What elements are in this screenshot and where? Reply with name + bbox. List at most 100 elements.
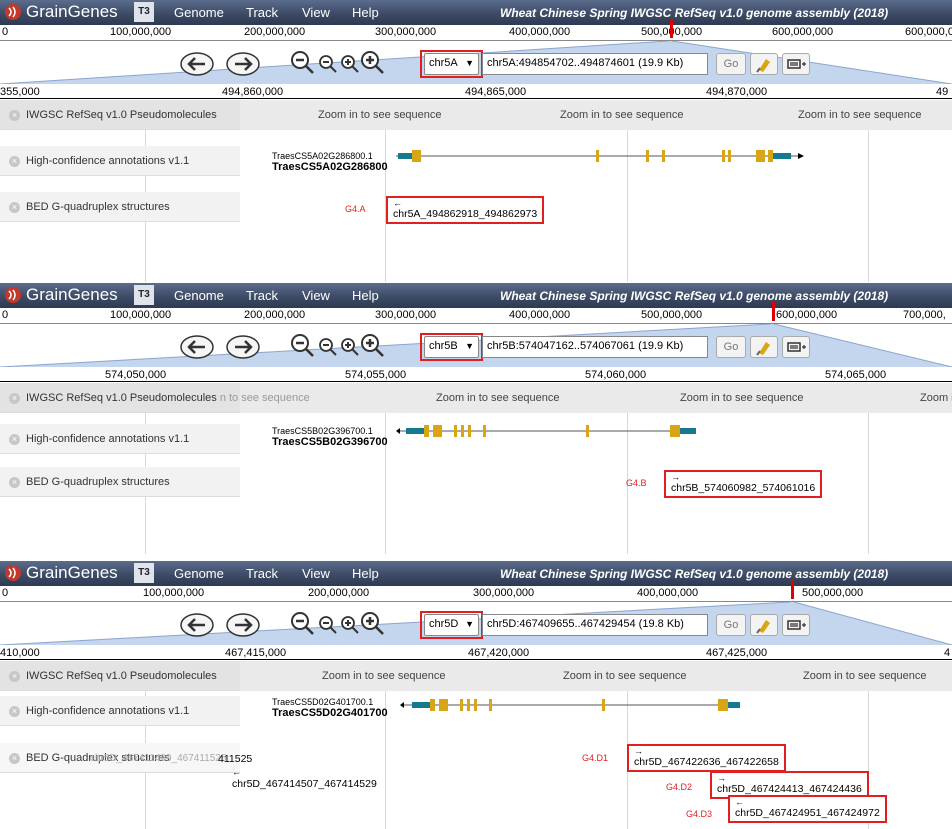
close-icon[interactable]: ×: [9, 202, 20, 213]
zoom-out-small-icon[interactable]: [318, 615, 338, 635]
strand-arrow-icon: ←: [393, 198, 402, 208]
close-icon[interactable]: ×: [9, 706, 20, 717]
zoom-out-small-icon[interactable]: [318, 337, 338, 357]
overview-tick: 100,000,000: [143, 587, 205, 599]
pan-left-icon[interactable]: [180, 335, 214, 359]
track-label-annotations[interactable]: × High-confidence annotations v1.1: [0, 424, 240, 454]
scale-tick: 467,415,000: [225, 647, 287, 659]
gene-name-label: TraesCS5B02G396700: [272, 436, 388, 448]
menu-track[interactable]: Track: [246, 288, 278, 303]
g4-feature-box[interactable]: → chr5B_574060982_574061016: [664, 470, 823, 498]
overview-tick: 200,000,000: [308, 587, 370, 599]
gene-model[interactable]: [400, 697, 750, 713]
zoom-out-large-icon[interactable]: [290, 611, 316, 637]
pan-right-icon[interactable]: [226, 613, 260, 637]
close-icon[interactable]: ×: [9, 671, 20, 682]
location-input[interactable]: chr5D:467409655..467429454 (19.8 Kb): [482, 614, 708, 636]
overview-tick: 400,000,000: [509, 26, 571, 38]
highlight-tool-button[interactable]: [750, 53, 778, 75]
menu-track[interactable]: Track: [246, 5, 278, 20]
brand-name[interactable]: GrainGenes: [26, 285, 118, 305]
menu-genome[interactable]: Genome: [174, 288, 224, 303]
zoom-out-large-icon[interactable]: [290, 50, 316, 76]
highlight-tool-button[interactable]: [750, 614, 778, 636]
zoom-in-small-icon[interactable]: [340, 54, 360, 74]
menu-genome[interactable]: Genome: [174, 566, 224, 581]
current-region-marker[interactable]: [791, 580, 794, 599]
close-icon[interactable]: ×: [9, 156, 20, 167]
menu-genome[interactable]: Genome: [174, 5, 224, 20]
g4-feature-box[interactable]: ← chr5D_467424951_467424972: [728, 795, 887, 823]
brand-name[interactable]: GrainGenes: [26, 2, 118, 22]
feature-label-tail: 411525: [218, 753, 253, 765]
track-label-pseudomolecules[interactable]: × IWGSC RefSeq v1.0 Pseudomolecules n to…: [0, 383, 310, 413]
close-icon[interactable]: ×: [9, 393, 20, 404]
location-input[interactable]: chr5B:574047162..574067061 (19.9 Kb): [482, 336, 708, 358]
highlight-tool-button[interactable]: [750, 336, 778, 358]
highlight-box: [420, 611, 483, 639]
track-label-annotations[interactable]: × High-confidence annotations v1.1: [0, 146, 240, 176]
gene-model[interactable]: [396, 423, 706, 439]
pan-right-icon[interactable]: [226, 335, 260, 359]
menu-view[interactable]: View: [302, 288, 330, 303]
gene-model[interactable]: [396, 148, 806, 164]
feature-label[interactable]: chr5D_467414507_467414529: [232, 778, 377, 790]
pan-left-icon[interactable]: [180, 52, 214, 76]
menu-view[interactable]: View: [302, 5, 330, 20]
g4-feature-box[interactable]: → chr5D_467422636_467422658: [627, 744, 786, 772]
gene-transcript-label: TraesCS5A02G286800.1: [272, 151, 373, 161]
current-region-marker[interactable]: [772, 302, 775, 321]
overview-ruler[interactable]: 0 100,000,000 200,000,000 300,000,000 40…: [0, 302, 952, 324]
track-panel-button[interactable]: [782, 614, 810, 636]
coordinate-scale: 410,000 467,415,000 467,420,000 467,425,…: [0, 645, 952, 660]
scale-tick: 49: [936, 86, 949, 98]
overview-ruler[interactable]: 0 100,000,000 200,000,000 300,000,000 40…: [0, 19, 952, 41]
go-button[interactable]: Go: [716, 336, 746, 358]
menu-help[interactable]: Help: [352, 288, 379, 303]
g4-feature-name: chr5A_494862918_494862973: [393, 208, 538, 220]
menu-view[interactable]: View: [302, 566, 330, 581]
track-label-g4[interactable]: × BED G-quadruplex structures: [0, 467, 240, 497]
zoom-out-large-icon[interactable]: [290, 333, 316, 359]
go-button[interactable]: Go: [716, 614, 746, 636]
navigation-row: chr5B ▼ chr5B:574047162..574067061 (19.9…: [0, 324, 952, 367]
track-label-pseudomolecules[interactable]: × IWGSC RefSeq v1.0 Pseudomolecules: [0, 661, 240, 691]
menu-track[interactable]: Track: [246, 566, 278, 581]
t3-logo-icon[interactable]: T3: [134, 2, 154, 22]
brand-name[interactable]: GrainGenes: [26, 563, 118, 583]
g4-feature-box[interactable]: ← chr5A_494862918_494862973: [386, 196, 545, 224]
overview-tick: 500,000,000: [641, 309, 703, 321]
zoom-in-large-icon[interactable]: [360, 611, 386, 637]
zoom-in-small-icon[interactable]: [340, 615, 360, 635]
track-title: BED G-quadruplex structures: [26, 476, 170, 488]
zoom-in-small-icon[interactable]: [340, 337, 360, 357]
close-icon[interactable]: ×: [9, 477, 20, 488]
t3-logo-icon[interactable]: T3: [134, 563, 154, 583]
zoom-in-large-icon[interactable]: [360, 50, 386, 76]
track-panel-button[interactable]: [782, 53, 810, 75]
current-region-marker[interactable]: [670, 19, 673, 38]
pan-right-icon[interactable]: [226, 52, 260, 76]
menu-help[interactable]: Help: [352, 566, 379, 581]
go-button[interactable]: Go: [716, 53, 746, 75]
overview-tick: 200,000,000: [244, 26, 306, 38]
t3-logo-icon[interactable]: T3: [134, 285, 154, 305]
close-icon[interactable]: ×: [9, 753, 20, 764]
zoom-in-large-icon[interactable]: [360, 333, 386, 359]
track-label-pseudomolecules[interactable]: × IWGSC RefSeq v1.0 Pseudomolecules: [0, 100, 240, 130]
location-input[interactable]: chr5A:494854702..494874601 (19.9 Kb): [482, 53, 708, 75]
overview-tick: 600,000,000: [905, 26, 952, 38]
track-label-g4[interactable]: × BED G-quadruplex structures: [0, 192, 240, 222]
track-label-annotations[interactable]: × High-confidence annotations v1.1: [0, 696, 240, 726]
overview-tick: 100,000,000: [110, 309, 172, 321]
track-title: High-confidence annotations v1.1: [26, 155, 190, 167]
overview-ruler[interactable]: 0 100,000,000 200,000,000 300,000,000 40…: [0, 580, 952, 602]
close-icon[interactable]: ×: [9, 434, 20, 445]
pan-left-icon[interactable]: [180, 613, 214, 637]
menu-help[interactable]: Help: [352, 5, 379, 20]
zoom-out-small-icon[interactable]: [318, 54, 338, 74]
g4-feature-name: chr5B_574060982_574061016: [671, 482, 816, 494]
track-panel-button[interactable]: [782, 336, 810, 358]
zoom-message: Zoom in to see sequence: [318, 109, 442, 121]
close-icon[interactable]: ×: [9, 110, 20, 121]
